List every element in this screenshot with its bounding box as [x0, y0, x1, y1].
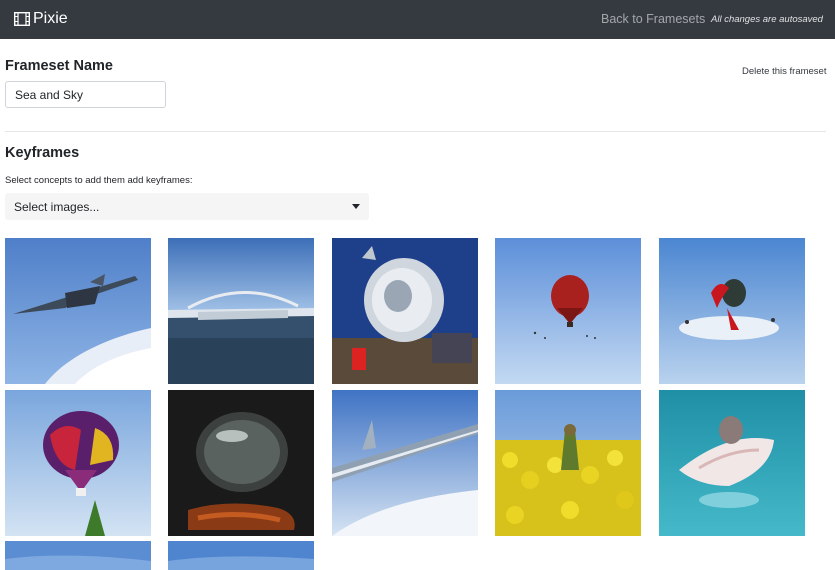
select-placeholder: Select images...: [14, 199, 100, 214]
keyframe-image-aircraft-wing[interactable]: [332, 390, 478, 536]
frameset-name-input[interactable]: [5, 81, 166, 108]
delete-frameset-link[interactable]: Delete this frameset: [742, 66, 826, 77]
keyframe-image-red-balloon[interactable]: [495, 238, 641, 384]
keyframe-image-satellite-dish[interactable]: [332, 238, 478, 384]
brand-link[interactable]: Pixie: [14, 10, 68, 28]
film-icon: [14, 12, 30, 26]
keyframes-heading: Keyframes: [5, 145, 80, 161]
section-divider: [5, 131, 826, 132]
keyframe-image-glass-bubble[interactable]: [168, 390, 314, 536]
brand-name: Pixie: [33, 10, 68, 27]
autosave-note: All changes are autosaved: [711, 14, 823, 25]
keyframe-image-sky-1[interactable]: [5, 541, 151, 570]
keyframe-image-jet-plane[interactable]: [5, 238, 151, 384]
keyframes-help-text: Select concepts to add them add keyframe…: [5, 175, 193, 186]
image-select-dropdown[interactable]: Select images...: [5, 193, 369, 220]
keyframe-image-red-bird[interactable]: [659, 238, 805, 384]
back-to-framesets-link[interactable]: Back to Framesets: [601, 12, 705, 26]
keyframe-image-shell-water[interactable]: [659, 390, 805, 536]
keyframe-image-yellow-flowers[interactable]: [495, 390, 641, 536]
keyframe-image-bridge[interactable]: [168, 238, 314, 384]
keyframe-image-purple-balloon[interactable]: [5, 390, 151, 536]
navbar: Pixie Back to Framesets All changes are …: [0, 0, 835, 39]
keyframe-image-sky-2[interactable]: [168, 541, 314, 570]
caret-down-icon: [352, 204, 360, 209]
frameset-name-heading: Frameset Name: [5, 58, 113, 74]
